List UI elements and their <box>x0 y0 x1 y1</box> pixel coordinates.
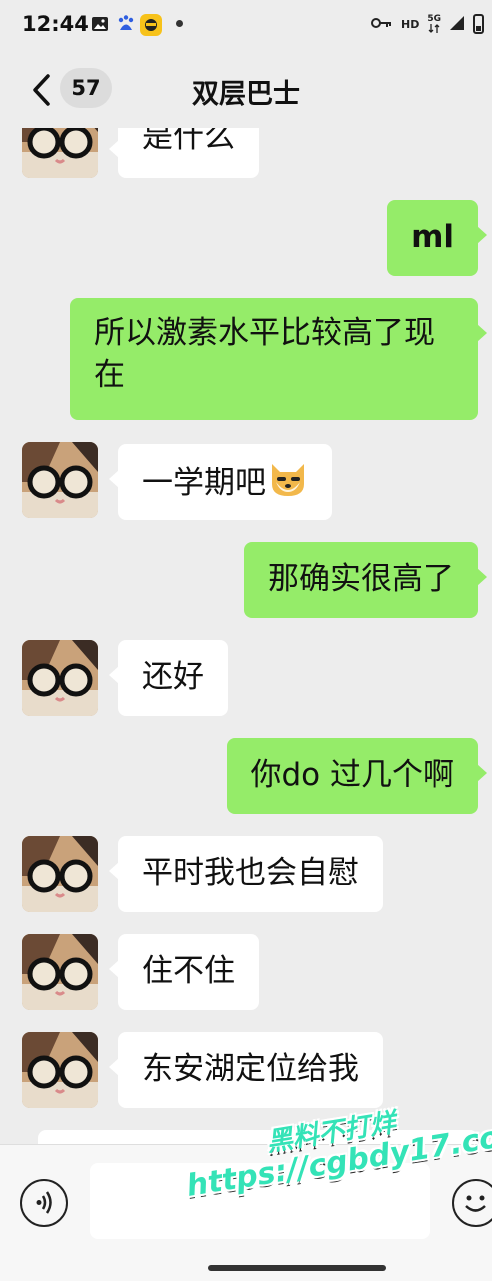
signal-bars-icon <box>449 15 465 34</box>
message-text: 是什么 <box>142 128 235 155</box>
more-notifications-dot <box>176 20 183 27</box>
message-bubble-in[interactable]: 东安湖定位给我 <box>109 1032 383 1108</box>
doge-emoji-icon <box>268 460 308 509</box>
hd-label: HD <box>401 17 420 31</box>
contact-avatar[interactable] <box>22 640 98 716</box>
message-text: ml <box>411 219 454 255</box>
message-text: 还好 <box>142 659 204 695</box>
contact-avatar[interactable] <box>22 442 98 518</box>
message-bubble-out[interactable]: 所以激素水平比较高了现在 <box>70 298 487 420</box>
message-bubble-in[interactable]: 是什么 <box>109 128 259 178</box>
message-bubble-out[interactable]: 那确实很高了 <box>244 542 487 618</box>
emoji-button[interactable] <box>452 1179 492 1227</box>
message-text: 你do 过几个啊 <box>250 757 455 793</box>
baidu-icon <box>116 14 136 34</box>
status-time: 12:44 <box>22 12 89 36</box>
message-bubble-in[interactable]: 还好 <box>109 640 228 716</box>
message-bubble-out[interactable]: ml <box>387 200 487 276</box>
data-arrows-icon <box>428 24 440 33</box>
network-label: 5G <box>427 14 441 24</box>
input-bar <box>0 1144 492 1281</box>
message-text: 平时我也会自慰 <box>142 855 359 891</box>
message-text: 住不住 <box>142 953 235 989</box>
voice-input-button[interactable] <box>20 1179 68 1227</box>
message-input[interactable] <box>90 1163 430 1239</box>
message-bubble-in[interactable]: 住不住 <box>109 934 259 1010</box>
chat-title: 双层巴士 <box>192 79 300 110</box>
signal-5g: 5G <box>427 15 441 33</box>
contact-avatar[interactable] <box>22 1032 98 1108</box>
message-text: 那确实很高了 <box>268 561 454 597</box>
contact-avatar[interactable] <box>22 128 98 178</box>
smiley-icon <box>465 1195 486 1212</box>
home-indicator[interactable] <box>208 1265 386 1271</box>
message-bubble-out[interactable]: 你do 过几个啊 <box>226 738 487 814</box>
message-bubble-in[interactable]: 平时我也会自慰 <box>109 836 383 912</box>
message-bubble-in[interactable]: 一学期吧 <box>109 444 332 520</box>
key-icon <box>371 16 393 33</box>
message-list[interactable]: 是什么 ml 所以激素水平比较高了现在 一学期吧 那确实很高了 还好 你do 过… <box>0 128 492 1144</box>
app-notification-icon <box>140 14 162 36</box>
chat-header: 57 双层巴士 <box>0 52 492 128</box>
gallery-icon <box>90 14 110 34</box>
contact-avatar[interactable] <box>22 934 98 1010</box>
voice-icon <box>36 1191 52 1214</box>
battery-icon <box>473 14 484 34</box>
status-bar: 12:44 HD 5G <box>0 0 492 52</box>
status-right-group: HD 5G <box>371 14 484 34</box>
message-text: 一学期吧 <box>142 465 266 501</box>
message-text: 东安湖定位给我 <box>142 1051 359 1087</box>
message-text: 所以激素水平比较高了现在 <box>94 315 435 393</box>
contact-avatar[interactable] <box>22 836 98 912</box>
